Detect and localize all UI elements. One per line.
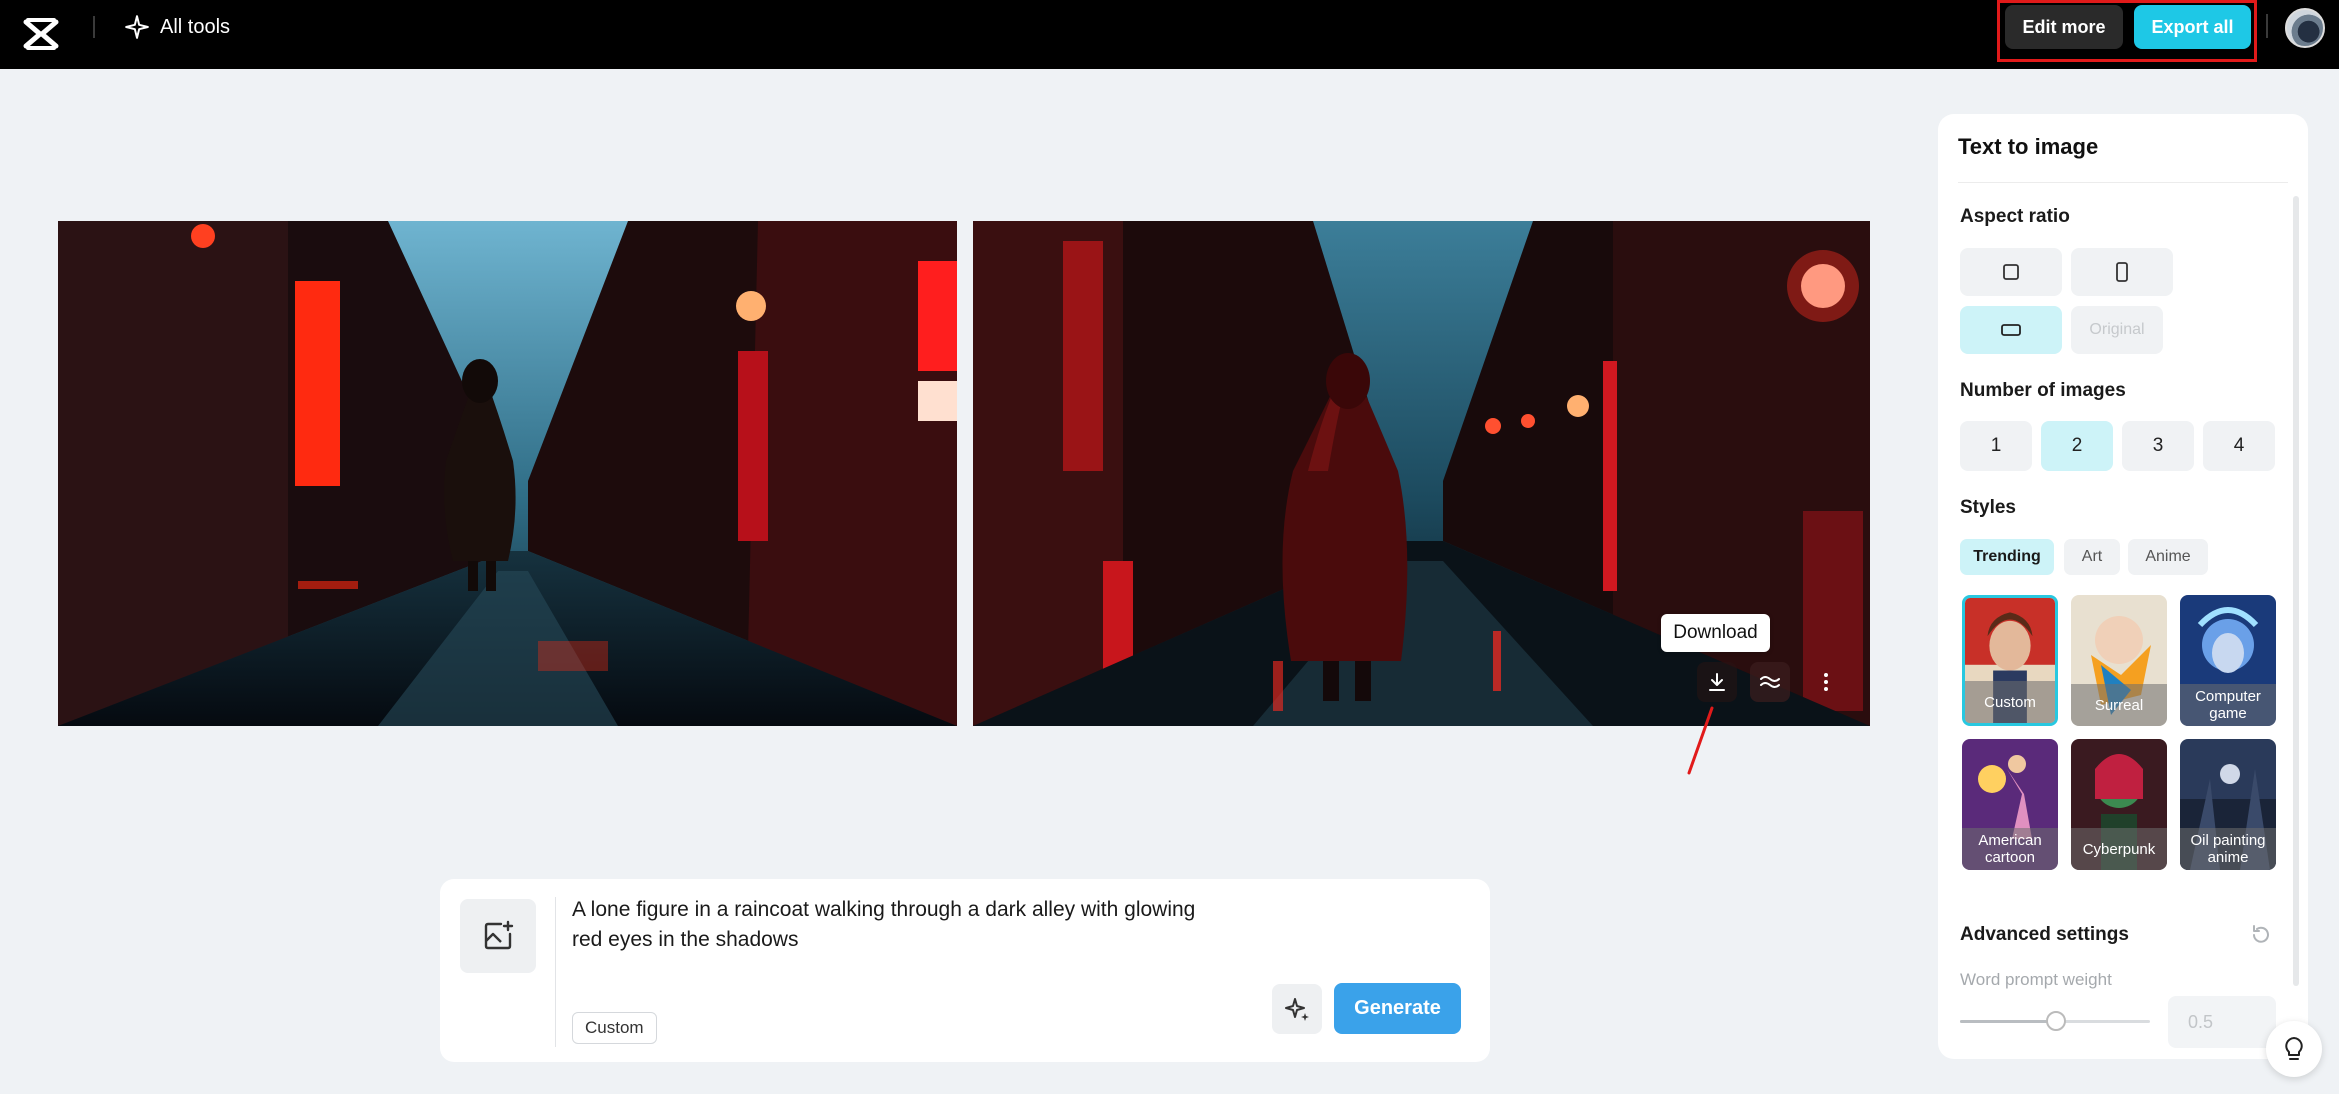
aspect-square-button[interactable] [1960,248,2062,296]
all-tools-button[interactable]: All tools [124,12,230,42]
prompt-input[interactable]: A lone figure in a raincoat walking thro… [572,895,1212,955]
style-card-label: Computer game [2180,684,2276,726]
top-divider [93,16,95,38]
download-tooltip: Download [1661,614,1770,652]
text-to-image-panel: Text to image Aspect ratio Original Numb… [1938,114,2308,1059]
sparkle-icon [1285,998,1309,1021]
prompt-divider [555,897,556,1047]
image-add-icon [484,920,514,950]
number-option-4[interactable]: 4 [2203,421,2275,471]
aspect-ratio-label: Aspect ratio [1960,206,2070,227]
edit-more-button[interactable]: Edit more [2005,5,2123,49]
alley-scene-image [58,221,957,726]
annotation-arrow [1687,706,1714,775]
word-weight-input[interactable]: 0.5 [2168,996,2276,1048]
panel-title: Text to image [1958,134,2099,159]
aspect-portrait-button[interactable] [2071,248,2173,296]
style-tab-anime[interactable]: Anime [2128,539,2208,575]
top-divider [2266,14,2268,38]
style-card-cyberpunk[interactable]: Cyberpunk [2071,739,2167,870]
portrait-ratio-icon [2116,262,2128,282]
prompt-box: A lone figure in a raincoat walking thro… [440,879,1490,1062]
capcut-logo-icon[interactable] [22,14,60,54]
aspect-original-button[interactable]: Original [2071,306,2163,354]
number-option-2[interactable]: 2 [2041,421,2113,471]
export-all-button[interactable]: Export all [2134,5,2251,49]
style-card-label: Oil painting anime [2180,828,2276,870]
word-weight-slider-fill [1960,1020,2056,1023]
generate-button[interactable]: Generate [1334,983,1461,1034]
square-ratio-icon [2003,264,2019,280]
landscape-ratio-icon [2001,324,2021,336]
more-icon [1824,673,1828,691]
style-card-custom[interactable]: Custom [1962,595,2058,726]
word-prompt-weight-label: Word prompt weight [1960,970,2112,989]
number-of-images-label: Number of images [1960,380,2126,401]
magic-prompt-button[interactable] [1272,984,1322,1034]
more-options-button[interactable] [1806,662,1846,702]
word-weight-slider-thumb[interactable] [2046,1011,2066,1031]
download-icon [1709,673,1725,691]
style-card-label: Custom [1965,681,2055,723]
styles-label: Styles [1960,497,2016,518]
panel-scrollbar[interactable] [2293,196,2299,986]
download-button[interactable] [1697,662,1737,702]
upscale-button[interactable] [1750,662,1790,702]
upscale-icon [1760,676,1780,688]
generated-image-1[interactable] [58,221,957,726]
sparkle-icon [125,15,149,39]
style-card-surreal[interactable]: Surreal [2071,595,2167,726]
style-tab-trending[interactable]: Trending [1960,539,2054,575]
upload-reference-button[interactable] [460,899,536,973]
number-option-3[interactable]: 3 [2122,421,2194,471]
selected-style-chip[interactable]: Custom [572,1012,657,1044]
style-card-label: Cyberpunk [2071,828,2167,870]
panel-divider [1958,182,2288,183]
style-card-label: Surreal [2071,684,2167,726]
style-card-computer-game[interactable]: Computer game [2180,595,2276,726]
style-tab-art[interactable]: Art [2064,539,2120,575]
style-card-label: American cartoon [1962,828,2058,870]
avatar[interactable] [2285,8,2325,48]
number-option-1[interactable]: 1 [1960,421,2032,471]
reset-icon[interactable] [2248,922,2274,948]
style-card-american-cartoon[interactable]: American cartoon [1962,739,2058,870]
all-tools-label: All tools [160,15,231,38]
tips-button[interactable] [2266,1021,2322,1077]
style-card-oil-painting-anime[interactable]: Oil painting anime [2180,739,2276,870]
lightbulb-icon [2285,1037,2303,1060]
aspect-landscape-button[interactable] [1960,306,2062,354]
advanced-settings-label: Advanced settings [1960,924,2129,945]
top-bar: All tools Edit more Export all [0,0,2339,69]
